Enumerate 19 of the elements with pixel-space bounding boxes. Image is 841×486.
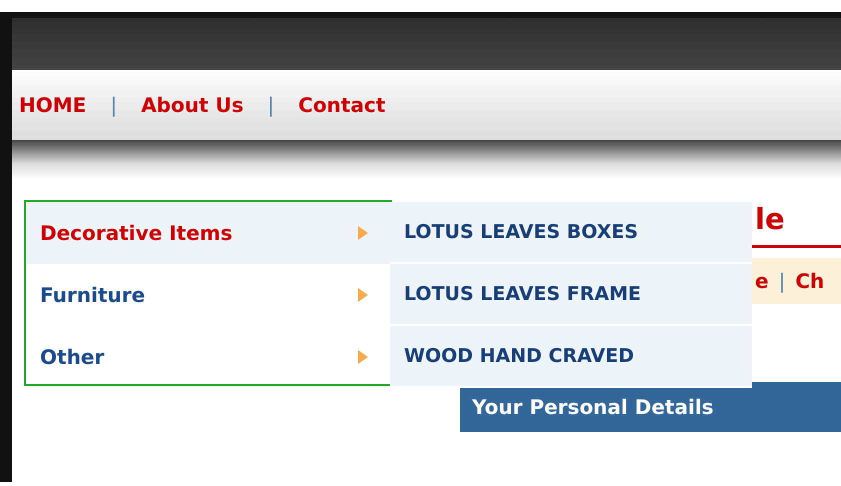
nav-link[interactable]: Contact xyxy=(298,93,386,117)
nav-separator: | xyxy=(110,93,118,117)
arrow-icon xyxy=(358,288,368,302)
section-title: Your Personal Details xyxy=(472,395,714,419)
submenu-item[interactable]: WOOD HAND CRAVED xyxy=(390,326,752,388)
nav-separator: | xyxy=(268,93,274,117)
breadcrumb-link[interactable]: e xyxy=(755,269,769,293)
arrow-icon xyxy=(358,226,368,240)
submenu-item[interactable]: LOTUS LEAVES BOXES xyxy=(390,202,752,264)
breadcrumb-link[interactable]: Ch xyxy=(795,269,824,293)
page-title: le xyxy=(755,202,785,236)
menu-item[interactable]: Decorative Items xyxy=(26,202,392,264)
menu-item[interactable]: Furniture xyxy=(26,264,392,326)
breadcrumb-separator: | xyxy=(778,269,786,293)
menu-item[interactable]: Other xyxy=(26,326,392,388)
submenu-item[interactable]: LOTUS LEAVES FRAME xyxy=(390,264,752,326)
arrow-icon xyxy=(358,350,368,364)
nav-link[interactable]: HOME xyxy=(19,93,86,117)
nav-link[interactable]: About Us xyxy=(141,93,244,117)
